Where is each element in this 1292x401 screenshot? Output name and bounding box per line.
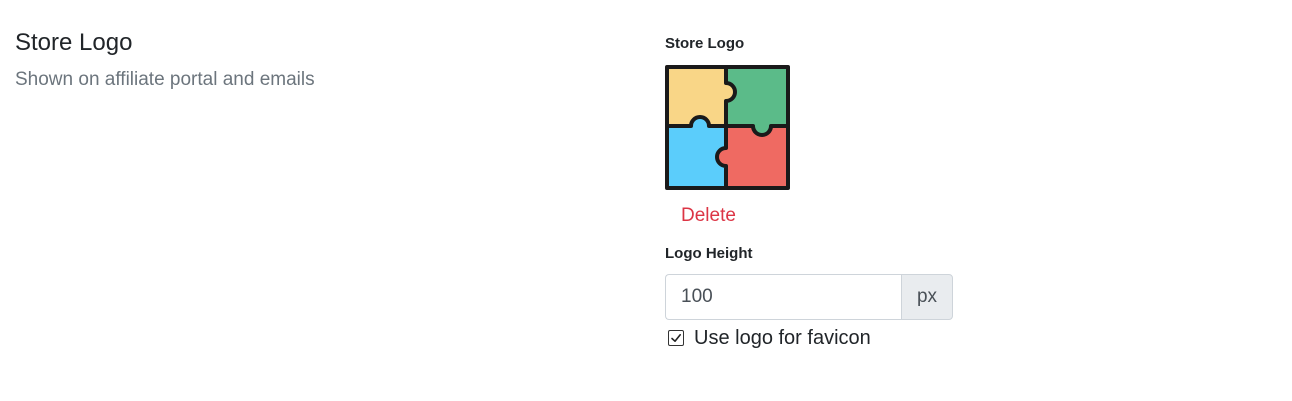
section-header: Store Logo Shown on affiliate portal and… (15, 28, 315, 92)
favicon-option: Use logo for favicon (668, 325, 965, 351)
store-logo-label: Store Logo (665, 35, 745, 52)
logo-settings-form: Store Logo Delete Logo Height px Use log… (665, 34, 965, 351)
puzzle-pieces-icon (665, 65, 790, 190)
use-logo-favicon-label[interactable]: Use logo for favicon (694, 325, 871, 351)
logo-height-label: Logo Height (665, 245, 753, 262)
use-logo-favicon-checkbox[interactable] (668, 330, 684, 346)
logo-height-input-group: px (665, 274, 953, 320)
section-title: Store Logo (15, 29, 133, 56)
logo-height-input[interactable] (665, 274, 901, 320)
delete-logo-button[interactable]: Delete (681, 204, 736, 228)
section-subtitle: Shown on affiliate portal and emails (15, 69, 315, 90)
checkmark-icon (671, 334, 681, 342)
unit-addon: px (901, 274, 953, 320)
